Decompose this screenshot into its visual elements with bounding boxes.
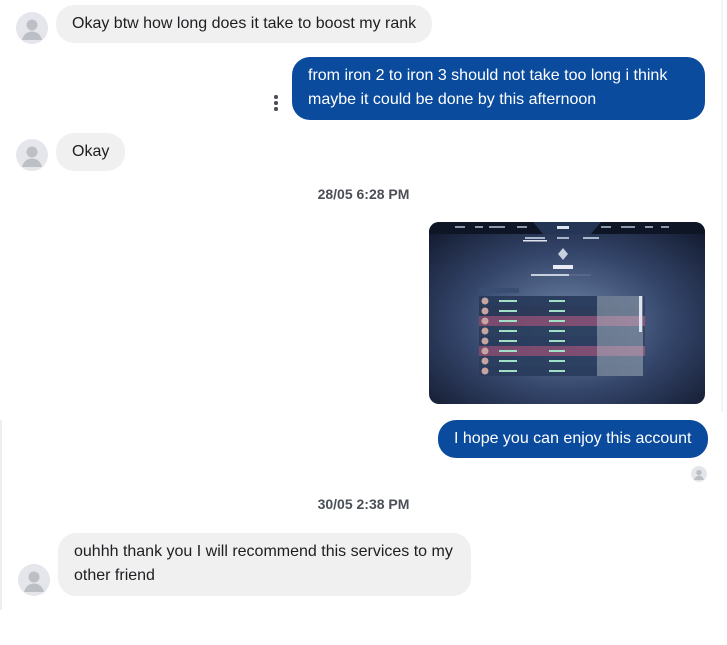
message-bubble-incoming[interactable]: Okay btw how long does it take to boost … <box>56 5 433 43</box>
contact-avatar-icon[interactable] <box>16 139 48 171</box>
message-text-line: other friend <box>74 567 155 584</box>
message-bubble-incoming[interactable]: ouhhh thank you I will recommend this se… <box>58 533 471 596</box>
contact-avatar-icon[interactable] <box>18 564 50 596</box>
message-text-line: from iron 2 to iron 3 should not take to… <box>308 67 668 84</box>
more-options-icon[interactable] <box>271 95 281 115</box>
message-bubble-outgoing[interactable]: I hope you can enjoy this account <box>438 420 708 458</box>
message-bubble-outgoing[interactable]: from iron 2 to iron 3 should not take to… <box>292 57 705 120</box>
image-attachment[interactable] <box>429 222 705 404</box>
message-text-line: maybe it could be done by this afternoon <box>308 91 597 108</box>
message-text: I hope you can enjoy this account <box>454 430 692 447</box>
seen-avatar-icon <box>691 466 707 482</box>
timestamp-divider: 30/05 2:38 PM <box>317 496 410 512</box>
message-text: Okay btw how long does it take to boost … <box>72 15 417 32</box>
panel-divider <box>0 420 2 610</box>
timestamp-divider: 28/05 6:28 PM <box>317 186 410 202</box>
contact-avatar-icon[interactable] <box>16 12 48 44</box>
message-text-line: ouhhh thank you I will recommend this se… <box>74 543 453 560</box>
scroll-track[interactable] <box>721 0 723 412</box>
game-rank-screenshot-icon <box>429 222 705 404</box>
message-bubble-incoming[interactable]: Okay <box>56 133 126 171</box>
message-text: Okay <box>72 143 110 160</box>
